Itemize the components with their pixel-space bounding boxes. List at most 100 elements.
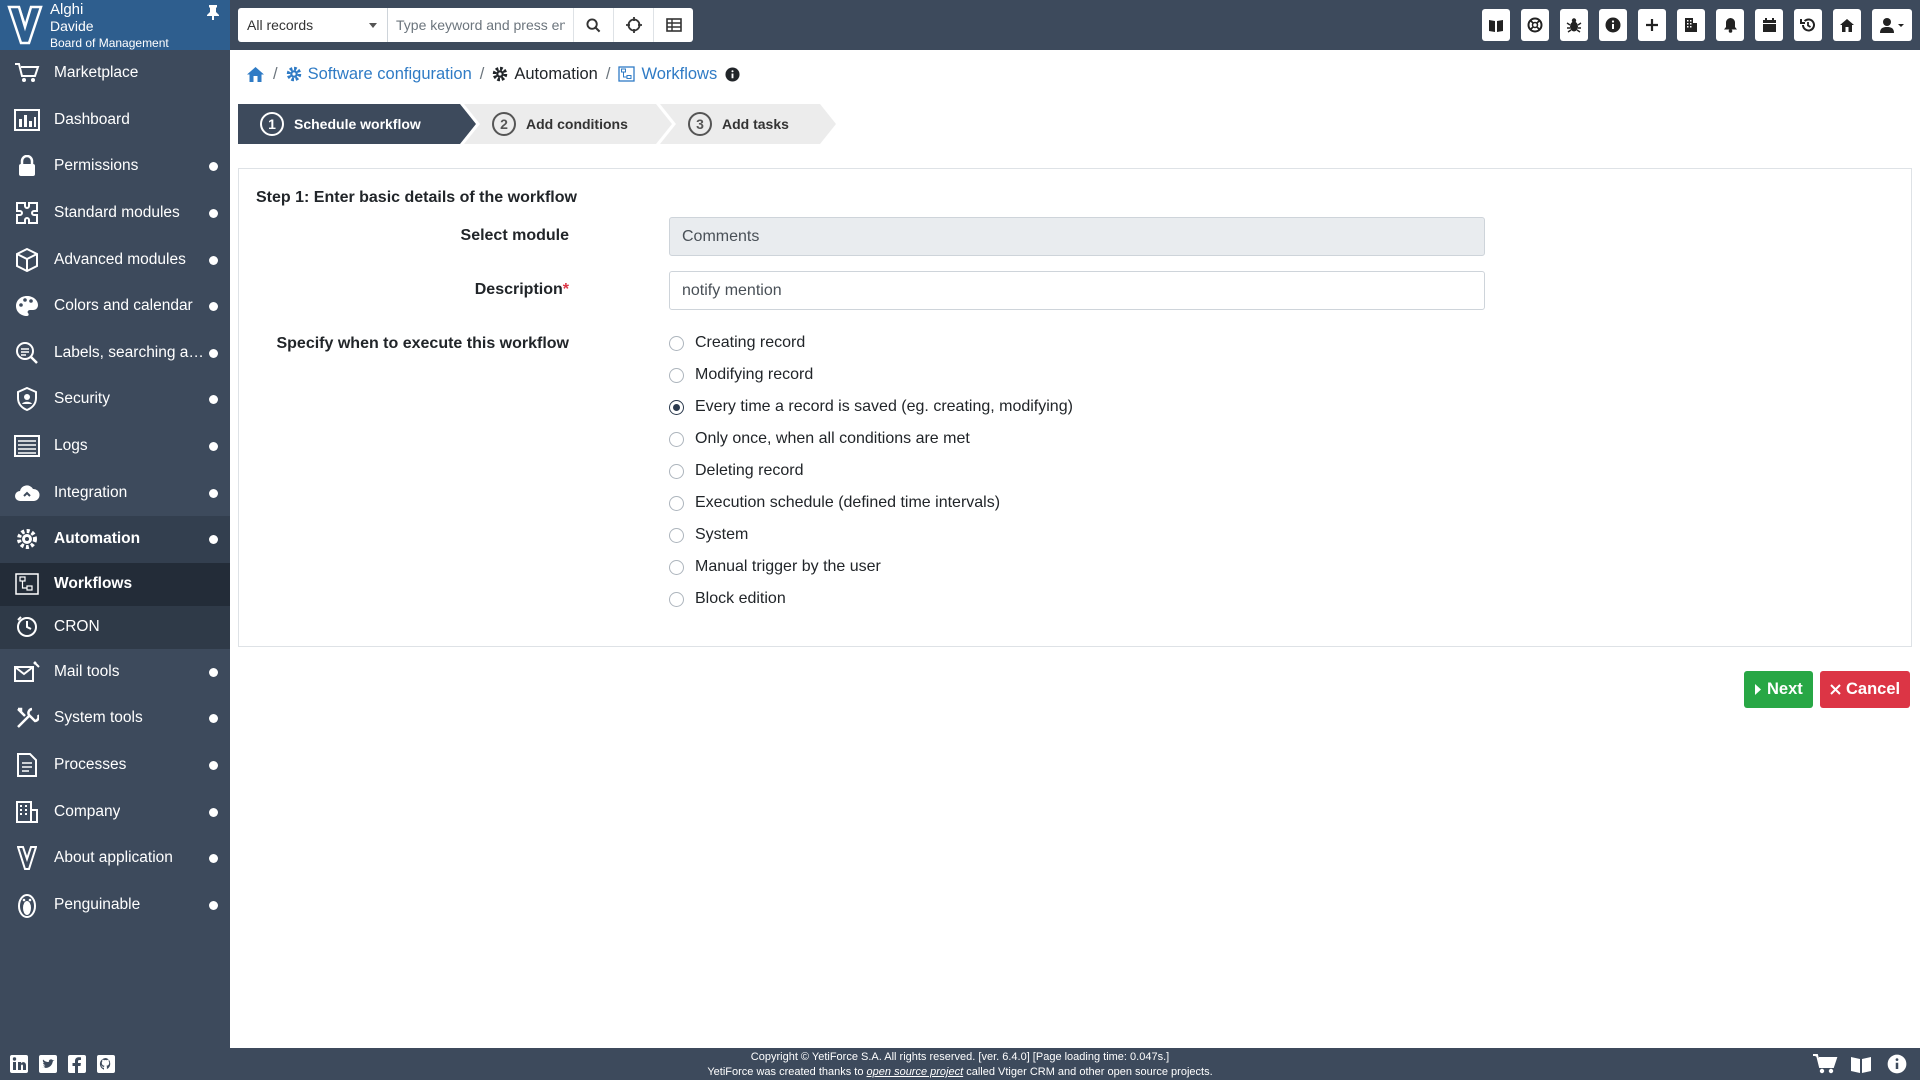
sidebar-item-label: CRON — [54, 618, 100, 636]
sidebar-subitem-workflows[interactable]: Workflows — [0, 562, 230, 606]
sidebar-item-advanced-modules[interactable]: Advanced modules — [0, 236, 230, 283]
calendar-button[interactable] — [1755, 9, 1783, 41]
radio-button[interactable] — [669, 591, 684, 607]
facebook-icon[interactable] — [66, 1053, 88, 1075]
credits-line: YetiForce was created thanks to open sou… — [230, 1065, 1690, 1080]
book-icon[interactable] — [1848, 1052, 1874, 1076]
sidebar-item-label: Logs — [54, 437, 88, 455]
workflow-form-panel: Step 1: Enter basic details of the workf… — [238, 168, 1912, 647]
radio-button[interactable] — [669, 431, 684, 447]
breadcrumb-workflows[interactable]: Workflows — [618, 65, 717, 84]
quick-create-button[interactable] — [1638, 9, 1666, 41]
notifications-button[interactable] — [1716, 9, 1744, 41]
wizard-step-conditions[interactable]: 2 Add conditions — [464, 104, 672, 144]
breadcrumb-software-configuration[interactable]: Software configuration — [286, 65, 472, 84]
company-icon — [0, 800, 54, 824]
search-button[interactable] — [573, 8, 613, 42]
sidebar-subitem-cron[interactable]: CRON — [0, 605, 230, 649]
github-icon[interactable] — [95, 1053, 117, 1075]
sidebar-item-logs[interactable]: Logs — [0, 423, 230, 470]
breadcrumb-home[interactable] — [246, 66, 265, 83]
expand-dot-icon — [209, 761, 218, 771]
option-deleting-record[interactable]: Deleting record — [669, 455, 1073, 487]
user-icon — [1880, 18, 1904, 33]
option-block-edition[interactable]: Block edition — [669, 583, 1073, 615]
step-number: 3 — [688, 112, 712, 136]
records-select[interactable]: All records — [238, 8, 388, 42]
sidebar-item-mail-tools[interactable]: Mail tools — [0, 649, 230, 696]
select-module-field[interactable]: Comments — [669, 217, 1485, 256]
expand-dot-icon — [209, 442, 218, 452]
radio-button-checked[interactable] — [669, 399, 684, 415]
sidebar-item-about[interactable]: About application — [0, 835, 230, 882]
bell-icon — [1723, 18, 1737, 33]
sidebar-item-marketplace[interactable]: Marketplace — [0, 50, 230, 97]
sidebar-item-label: System tools — [54, 709, 143, 727]
history-icon — [1800, 18, 1815, 32]
page-info-icon[interactable] — [725, 66, 740, 82]
twitter-icon[interactable] — [37, 1053, 59, 1075]
sidebar: Alghi Davide Board of Management Marketp… — [0, 0, 230, 1048]
option-only-once[interactable]: Only once, when all conditions are met — [669, 423, 1073, 455]
radio-button[interactable] — [669, 367, 684, 383]
sidebar-item-system-tools[interactable]: System tools — [0, 695, 230, 742]
open-source-link[interactable]: open source project — [867, 1066, 964, 1078]
wizard-step-schedule[interactable]: 1 Schedule workflow — [238, 104, 476, 144]
history-button[interactable] — [1794, 9, 1822, 41]
sidebar-item-automation[interactable]: Automation — [0, 515, 230, 563]
radio-button[interactable] — [669, 463, 684, 479]
sidebar-item-permissions[interactable]: Permissions — [0, 143, 230, 190]
close-icon — [1830, 684, 1841, 695]
radio-button[interactable] — [669, 495, 684, 511]
search-input[interactable] — [388, 8, 573, 42]
option-every-save[interactable]: Every time a record is saved (eg. creati… — [669, 391, 1073, 423]
sidebar-brand: Alghi Davide Board of Management — [0, 0, 230, 50]
radio-button[interactable] — [669, 335, 684, 351]
company-switch-button[interactable] — [1677, 9, 1705, 41]
support-button[interactable] — [1521, 9, 1549, 41]
radio-button[interactable] — [669, 527, 684, 543]
sidebar-item-label: Security — [54, 390, 110, 408]
caret-right-icon — [1755, 684, 1761, 695]
user-menu-button[interactable] — [1872, 9, 1912, 41]
home-button[interactable] — [1833, 9, 1861, 41]
option-manual-trigger[interactable]: Manual trigger by the user — [669, 551, 1073, 583]
option-modifying-record[interactable]: Modifying record — [669, 359, 1073, 391]
sidebar-item-label: Company — [54, 802, 121, 820]
sidebar-item-colors-calendar[interactable]: Colors and calendar — [0, 283, 230, 330]
sidebar-item-penguinable[interactable]: Penguinable — [0, 882, 230, 929]
caret-down-icon — [369, 23, 377, 28]
wizard-step-tasks[interactable]: 3 Add tasks — [660, 104, 836, 144]
info-button[interactable] — [1599, 9, 1627, 41]
sidebar-item-security[interactable]: Security — [0, 376, 230, 423]
search-modules-button[interactable] — [653, 8, 693, 42]
sidebar-item-label: Permissions — [54, 157, 139, 175]
sidebar-item-company[interactable]: Company — [0, 788, 230, 835]
cancel-button[interactable]: Cancel — [1820, 671, 1911, 708]
description-label-text: Description — [474, 281, 563, 298]
radio-button[interactable] — [669, 559, 684, 575]
select-module-label: Select module — [460, 227, 569, 244]
cart-icon[interactable] — [1812, 1052, 1838, 1076]
workflow-icon — [618, 66, 636, 82]
option-system[interactable]: System — [669, 519, 1073, 551]
sidebar-item-dashboard[interactable]: Dashboard — [0, 97, 230, 144]
info-icon[interactable] — [1884, 1052, 1910, 1076]
mail-tools-icon — [0, 661, 54, 683]
sidebar-item-processes[interactable]: Processes — [0, 742, 230, 789]
knowledge-base-button[interactable] — [1482, 9, 1510, 41]
sidebar-item-standard-modules[interactable]: Standard modules — [0, 190, 230, 237]
sidebar-item-labels-searching[interactable]: Labels, searching and filtering — [0, 330, 230, 377]
advanced-search-button[interactable] — [613, 8, 653, 42]
sidebar-item-integration[interactable]: Integration — [0, 469, 230, 516]
pin-icon[interactable] — [206, 4, 220, 25]
description-input[interactable]: notify mention — [669, 271, 1485, 310]
sidebar-menu: Marketplace Dashboard Permissions Standa… — [0, 50, 230, 928]
linkedin-icon[interactable] — [8, 1053, 30, 1075]
next-button[interactable]: Next — [1744, 671, 1813, 708]
option-creating-record[interactable]: Creating record — [669, 327, 1073, 359]
report-bug-button[interactable] — [1560, 9, 1588, 41]
yetiforce-logo[interactable] — [0, 0, 50, 50]
option-execution-schedule[interactable]: Execution schedule (defined time interva… — [669, 487, 1073, 519]
sidebar-item-label: Colors and calendar — [54, 297, 193, 315]
